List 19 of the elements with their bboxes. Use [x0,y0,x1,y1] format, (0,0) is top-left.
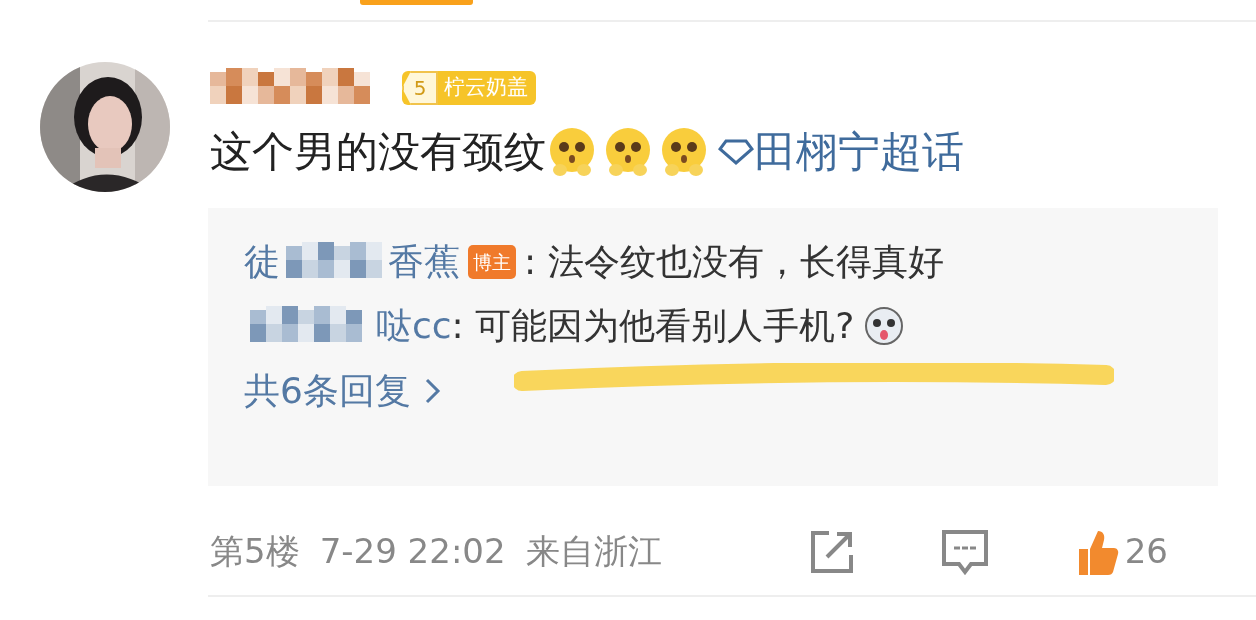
timestamp: 7-29 22:02 [319,530,506,573]
reply-author[interactable]: 徒 [244,235,280,289]
share-icon[interactable] [808,528,855,575]
topic-link[interactable]: 田栩宁超话 [754,122,964,182]
like-count: 26 [1124,530,1168,573]
chevron-icon [424,377,441,405]
reply-author[interactable]: 哒cc [376,299,452,353]
author-tag: 博主 [468,244,516,280]
location-label: 来自浙江 [525,530,662,573]
floor-label: 第5楼 [210,530,300,573]
fan-badge: 5 柠云奶盖 [402,71,536,105]
reply-text: : 法令纹也没有，长得真好 [524,240,944,284]
reply-author[interactable]: 香蕉 [388,235,460,289]
more-replies-link[interactable]: 共6条回复 [244,364,1182,418]
diamond-icon [718,139,754,165]
reply-text: : 可能因为他看别人手机? [451,304,855,348]
dog-icon [864,306,905,346]
comment-icon[interactable] [940,527,989,576]
comment-text: 这个男的没有颈纹 [210,126,546,178]
